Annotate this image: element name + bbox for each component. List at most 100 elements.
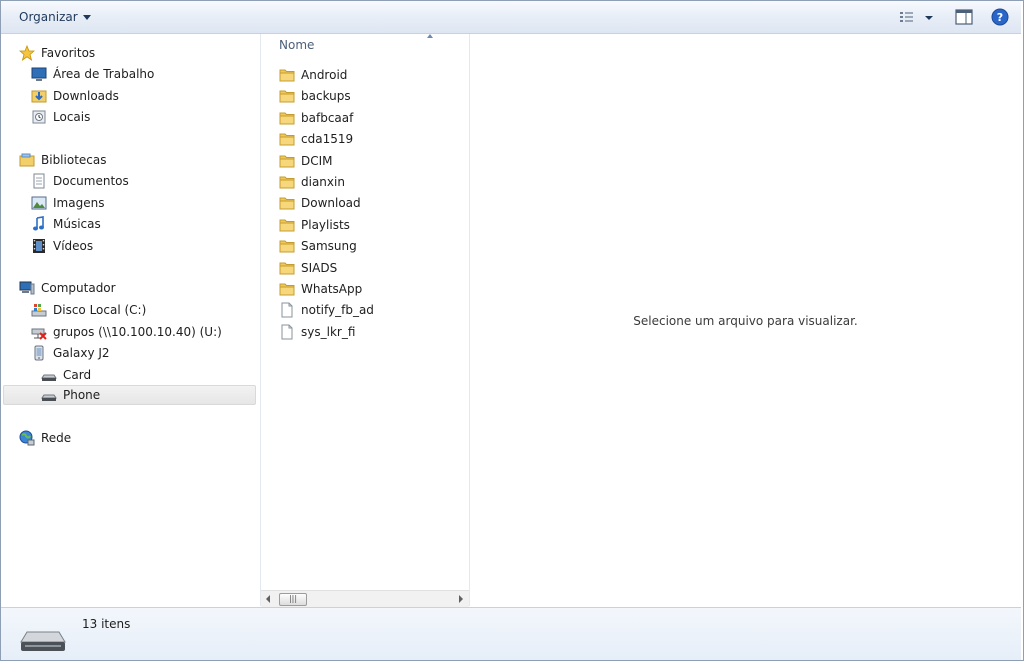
phone-device-icon <box>34 345 44 361</box>
nav-libraries-label: Bibliotecas <box>41 153 107 167</box>
help-button[interactable]: ? <box>989 7 1011 27</box>
file-icon <box>281 302 293 318</box>
nav-network-label: Rede <box>41 431 72 445</box>
music-icon <box>33 216 44 231</box>
nav-item-label: Área de Trabalho <box>53 67 155 81</box>
folder-icon <box>279 176 295 189</box>
nav-item-label: Imagens <box>53 196 105 210</box>
folder-item[interactable]: Download <box>279 193 361 213</box>
nav-item-phone[interactable]: Phone <box>3 385 256 405</box>
item-count: 13 itens <box>82 617 131 631</box>
storage-device-icon <box>20 631 66 651</box>
folder-item[interactable]: bafbcaaf <box>279 108 353 128</box>
libraries-icon <box>19 153 35 167</box>
preview-pane-icon <box>955 9 973 25</box>
storage-icon <box>41 394 57 401</box>
preview-message: Selecione um arquivo para visualizar. <box>633 314 858 328</box>
help-icon: ? <box>991 8 1009 26</box>
local-disk-icon <box>31 304 47 317</box>
folder-item[interactable]: dianxin <box>279 172 345 192</box>
folder-item[interactable]: Samsung <box>279 236 357 256</box>
nav-item-videos[interactable]: Vídeos <box>31 236 93 256</box>
chevron-down-icon <box>82 15 91 20</box>
folder-name: SIADS <box>301 261 338 275</box>
nav-item-local-disk[interactable]: Disco Local (C:) <box>31 300 146 320</box>
folder-item[interactable]: SIADS <box>279 258 337 278</box>
nav-item-label: Phone <box>63 388 101 402</box>
folder-name: cda1519 <box>301 132 354 146</box>
folder-name: Download <box>301 196 361 210</box>
nav-favorites[interactable]: Favoritos <box>19 43 95 63</box>
file-name: notify_fb_ad <box>301 303 374 317</box>
folder-name: bafbcaaf <box>301 111 354 125</box>
file-name: sys_lkr_fi <box>301 325 356 339</box>
nav-libraries[interactable]: Bibliotecas <box>19 150 106 170</box>
folder-name: Samsung <box>301 239 357 253</box>
nav-network[interactable]: Rede <box>19 428 71 448</box>
folder-icon <box>279 219 295 232</box>
organize-label: Organizar <box>19 10 78 24</box>
folder-item[interactable]: DCIM <box>279 151 333 171</box>
view-options-button[interactable] <box>897 7 937 27</box>
folder-name: DCIM <box>301 154 333 168</box>
star-icon <box>19 45 35 61</box>
folder-name: backups <box>301 89 351 103</box>
sort-ascending-icon <box>427 34 433 38</box>
file-icon <box>281 324 293 340</box>
nav-computer[interactable]: Computador <box>19 278 116 298</box>
desktop-icon <box>31 67 47 81</box>
organize-button[interactable]: Organizar <box>13 8 97 26</box>
horizontal-scrollbar[interactable]: ||| <box>261 590 469 607</box>
nav-item-network-drive[interactable]: grupos (\\10.100.10.40) (U:) <box>31 322 222 342</box>
downloads-icon <box>31 90 47 103</box>
scroll-left-icon[interactable] <box>266 595 270 603</box>
nav-item-music[interactable]: Músicas <box>31 214 101 234</box>
folder-item[interactable]: Android <box>279 65 347 85</box>
computer-icon <box>19 281 35 295</box>
command-bar: Organizar ? <box>1 1 1021 34</box>
folder-item[interactable]: WhatsApp <box>279 279 362 299</box>
preview-pane: Selecione um arquivo para visualizar. <box>470 34 1021 606</box>
preview-pane-button[interactable] <box>953 7 975 27</box>
nav-item-card[interactable]: Card <box>41 365 91 385</box>
details-pane: 13 itens <box>1 607 1021 660</box>
documents-icon <box>33 173 45 189</box>
nav-item-pictures[interactable]: Imagens <box>31 193 104 213</box>
svg-text:?: ? <box>997 11 1003 24</box>
folder-icon <box>279 240 295 253</box>
nav-item-label: Músicas <box>53 217 101 231</box>
nav-item-label: Galaxy J2 <box>53 346 110 360</box>
nav-item-label: Disco Local (C:) <box>53 303 147 317</box>
file-list-pane: Nome Android backups bafbcaaf cda1519 DCIM di… <box>261 34 470 607</box>
storage-icon <box>41 374 57 381</box>
nav-item-label: Locais <box>53 110 91 124</box>
folder-icon <box>279 197 295 210</box>
nav-item-label: Documentos <box>53 174 129 188</box>
folder-icon <box>279 262 295 275</box>
folder-item[interactable]: Playlists <box>279 215 350 235</box>
nav-item-downloads[interactable]: Downloads <box>31 86 119 106</box>
navigation-pane: Favoritos Área de Trabalho Downloads Loc… <box>1 34 261 606</box>
folder-name: WhatsApp <box>301 282 363 296</box>
scroll-thumb[interactable]: ||| <box>279 593 307 606</box>
nav-item-documents[interactable]: Documentos <box>31 171 129 191</box>
nav-favorites-label: Favoritos <box>41 46 96 60</box>
file-item[interactable]: notify_fb_ad <box>279 300 374 320</box>
videos-icon <box>33 239 45 253</box>
nav-item-label: grupos (\\10.100.10.40) (U:) <box>53 325 222 339</box>
scroll-right-icon[interactable] <box>459 595 463 603</box>
view-options-icon <box>900 12 933 22</box>
nav-item-label: Vídeos <box>53 239 94 253</box>
nav-computer-label: Computador <box>41 281 116 295</box>
nav-item-label: Card <box>63 368 92 382</box>
folder-item[interactable]: cda1519 <box>279 129 353 149</box>
folder-icon <box>279 283 295 296</box>
file-item[interactable]: sys_lkr_fi <box>279 322 355 342</box>
network-drive-disconnected-icon <box>31 328 47 340</box>
folder-icon <box>279 112 295 125</box>
nav-item-galaxy-j2[interactable]: Galaxy J2 <box>31 343 110 363</box>
column-header-name[interactable]: Nome <box>279 38 314 52</box>
nav-item-desktop[interactable]: Área de Trabalho <box>31 64 154 84</box>
nav-item-recent-places[interactable]: Locais <box>31 107 90 127</box>
folder-item[interactable]: backups <box>279 86 351 106</box>
